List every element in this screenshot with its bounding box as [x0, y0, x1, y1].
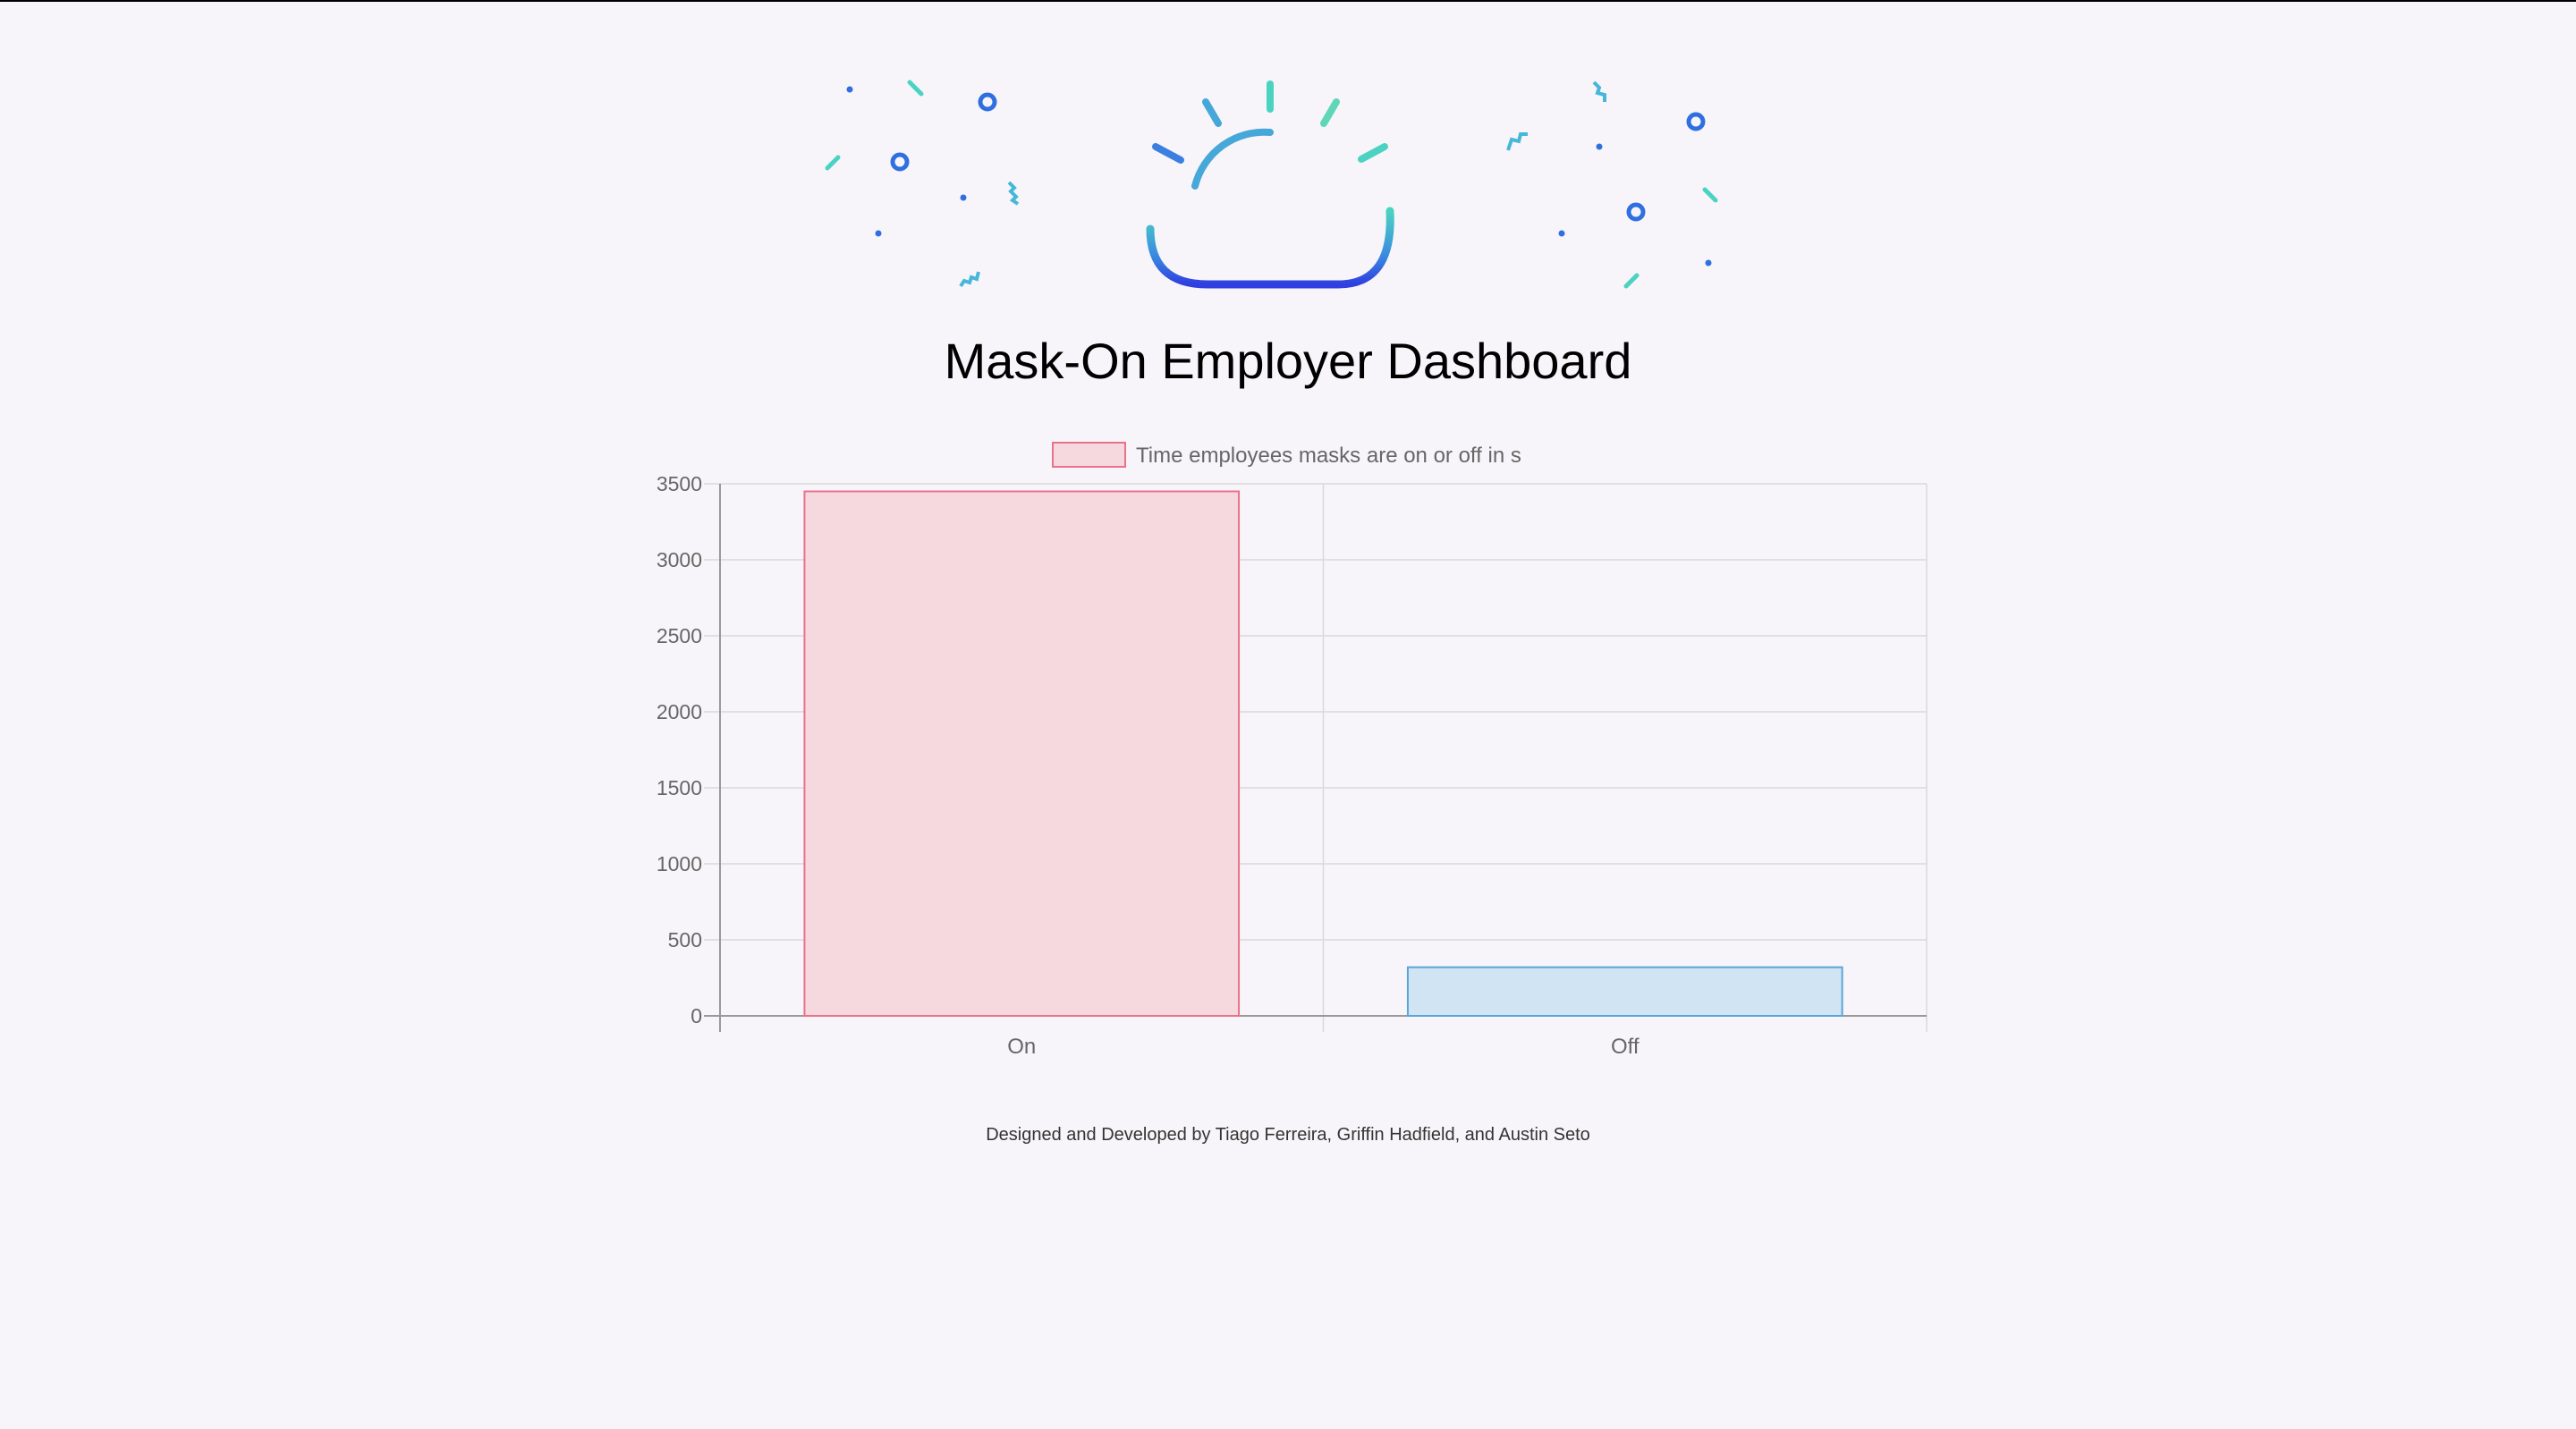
y-tick-label: 1000 — [657, 852, 702, 875]
legend[interactable]: Time employees masks are on or off in s — [1052, 442, 1521, 468]
x-axis: On Off — [704, 1015, 1927, 1059]
credits-footer: Designed and Developed by Tiago Ferreira… — [986, 1125, 1590, 1145]
y-tick-label: 3000 — [657, 548, 702, 571]
x-tick-label: Off — [1611, 1035, 1640, 1059]
y-tick-label: 500 — [668, 928, 702, 951]
y-axis: 0 500 1000 1500 2000 2500 3000 3500 — [657, 472, 721, 1032]
bar-on — [803, 490, 1241, 1017]
legend-swatch — [1052, 442, 1126, 468]
y-tick-label: 1500 — [657, 776, 702, 799]
y-tick-label: 0 — [691, 1004, 702, 1027]
bar-off — [1406, 966, 1843, 1017]
y-tick-label: 2500 — [657, 624, 702, 647]
legend-label: Time employees masks are on or off in s — [1136, 444, 1521, 468]
y-tick-label: 2000 — [657, 700, 702, 723]
bar-chart: Time employees masks are on or off in s … — [657, 442, 1928, 1059]
x-tick-label: On — [1007, 1035, 1036, 1059]
y-tick-label: 3500 — [657, 472, 702, 495]
